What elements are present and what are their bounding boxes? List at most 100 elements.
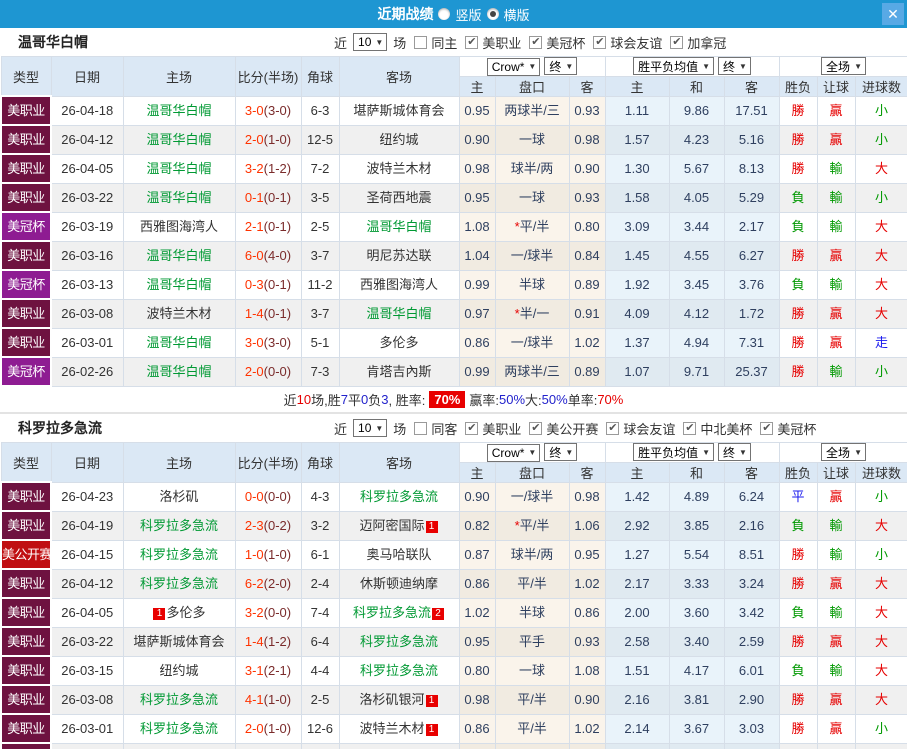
column-subheader: 客 — [723, 75, 780, 97]
league-label-3: 中北美杯 — [700, 421, 753, 437]
league-type-badge: 美冠杯 — [0, 269, 52, 300]
avg-draw-odds: 3.67 — [668, 713, 725, 744]
summary-segment: 0 — [361, 392, 369, 407]
odds-final-select[interactable]: 终 ▼ — [544, 443, 578, 461]
score-cell: 1-4(0-1) — [234, 298, 302, 329]
table-row: 美冠杯 26-02-26 温哥华白帽 2-0(0-0) 7-3 肯塔吉內斯 0.99 两球半/… — [0, 356, 907, 387]
avg-final-select[interactable]: 终 ▼ — [718, 57, 751, 76]
score-cell: 3-2(0-0) — [234, 597, 302, 628]
home-team-cell: 西雅图海湾人 — [122, 742, 236, 749]
horizontal-layout-radio[interactable] — [486, 8, 499, 20]
avg-away-odds: 3.03 — [723, 713, 780, 744]
same-venue-checkbox[interactable] — [414, 421, 428, 435]
table-row: 美职业 26-03-01 温哥华白帽 3-0(3-0) 5-1 多伦多 0.86 一/球半 1.… — [0, 327, 907, 358]
match-date: 26-03-08 — [50, 298, 124, 329]
home-team: 科罗拉多急流 — [139, 547, 218, 562]
chevron-down-icon: ▼ — [565, 447, 574, 457]
result-goals: 走 — [854, 327, 907, 358]
scope-select[interactable]: 全场 ▼ — [821, 443, 866, 462]
away-team-cell: 奥马哈联队 — [338, 539, 460, 570]
handicap-away-odds: 0.93 — [568, 182, 606, 213]
match-date: 26-04-19 — [50, 510, 124, 541]
home-team-cell: 科罗拉多急流 — [122, 568, 236, 599]
corners: 8-4 — [300, 742, 340, 749]
league-type-badge: 美职业 — [0, 153, 52, 184]
column-subheader: 客 — [568, 461, 606, 483]
away-team: 多伦多 — [379, 335, 419, 350]
score-cell: 3-0(3-0) — [234, 327, 302, 358]
titlebar-center: 近期战绩 竖版 横版 — [377, 4, 529, 24]
away-team: 奥马哈联队 — [366, 547, 432, 562]
avg-home-odds: 2.16 — [604, 684, 670, 715]
avg-away-odds: 5.16 — [723, 124, 780, 155]
corners: 3-5 — [300, 182, 340, 213]
away-team: 肯塔吉內斯 — [366, 364, 432, 379]
avg-home-odds: 2.00 — [604, 597, 670, 628]
odds-source-select[interactable]: Crow* ▼ — [486, 57, 541, 76]
league-checkbox-4[interactable]: ✔ — [760, 421, 774, 435]
handicap-home-odds: 0.90 — [458, 481, 496, 512]
league-checkbox-1[interactable]: ✔ — [529, 35, 543, 49]
home-team-cell: 科罗拉多急流 — [122, 713, 236, 744]
league-checkbox-3[interactable]: ✔ — [683, 421, 697, 435]
corners: 6-1 — [300, 539, 340, 570]
avg-away-odds: 2.17 — [723, 211, 780, 242]
table-row: 美职业 26-04-18 温哥华白帽 3-0(3-0) 6-3 堪萨斯城体育会 0.95 两球… — [0, 95, 907, 126]
handicap-away-odds: 0.80 — [568, 211, 606, 242]
match-date: 26-04-05 — [50, 597, 124, 628]
match-date: 26-04-12 — [50, 568, 124, 599]
recent-count-select[interactable]: 10 ▼ — [353, 419, 388, 437]
handicap-home-odds: 0.87 — [458, 539, 496, 570]
odds-source-select-value: Crow* — [491, 445, 525, 460]
handicap-home-odds: 1.04 — [458, 240, 496, 271]
avg-draw-odds: 4.17 — [668, 655, 725, 686]
league-checkbox-2[interactable]: ✔ — [606, 421, 620, 435]
result-outcome: 負 — [778, 597, 818, 628]
close-icon[interactable]: ✕ — [882, 3, 904, 25]
avg-final-select[interactable]: 终 ▼ — [718, 443, 751, 462]
home-team-cell: 洛杉矶 — [122, 481, 236, 512]
table-row: 美职业 26-03-22 堪萨斯城体育会 1-4(1-2) 6-4 科罗拉多急流 0.95 平… — [0, 626, 907, 657]
away-team: 温哥华白帽 — [366, 306, 432, 321]
scope-select[interactable]: 全场 ▼ — [821, 57, 866, 76]
league-type-badge: 美职业 — [0, 626, 52, 657]
match-date: 26-03-22 — [50, 182, 124, 213]
same-venue-checkbox[interactable] — [414, 35, 428, 49]
away-team: 波特兰木材 — [359, 721, 425, 736]
home-team: 洛杉矶 — [159, 489, 199, 504]
avg-away-odds: 3.42 — [723, 597, 780, 628]
league-type-badge: 美公开赛 — [0, 539, 52, 570]
avg-away-odds: 7.31 — [723, 327, 780, 358]
avg-type-select[interactable]: 胜平负均值 ▼ — [633, 443, 714, 462]
column-header: 日期 — [50, 442, 124, 483]
handicap-line-text: 平/半 — [517, 692, 547, 707]
handicap-away-odds: 1.06 — [568, 510, 606, 541]
recent-count-select[interactable]: 10 ▼ — [353, 33, 388, 51]
league-checkbox-0[interactable]: ✔ — [465, 421, 479, 435]
league-checkbox-3[interactable]: ✔ — [670, 35, 684, 49]
league-checkbox-0[interactable]: ✔ — [465, 35, 479, 49]
handicap-line: 半球 — [494, 597, 570, 628]
away-team: 明尼苏达联 — [366, 248, 432, 263]
score-cell: 1-0(1-0) — [234, 539, 302, 570]
odds-source-select[interactable]: Crow* ▼ — [486, 443, 541, 462]
avg-away-odds: 6.01 — [723, 655, 780, 686]
league-checkbox-1[interactable]: ✔ — [529, 421, 543, 435]
score-cell: 2-0(1-0) — [234, 124, 302, 155]
league-checkbox-2[interactable]: ✔ — [593, 35, 607, 49]
scope-select-cell: 全场 ▼ — [778, 56, 907, 77]
corners: 3-7 — [300, 240, 340, 271]
result-outcome: 負 — [778, 211, 818, 242]
section-vancouver-whitecaps: 温哥华白帽 近 10 ▼ 场同主 ✔ 美职业 ✔ 美冠杯 ✔ 球会友谊 ✔ 加拿冠 类型 日期 主场 比分(… — [0, 28, 907, 414]
handicap-home-odds: 1.08 — [458, 211, 496, 242]
vertical-layout-radio[interactable] — [438, 8, 451, 20]
odds-final-select[interactable]: 终 ▼ — [544, 57, 578, 75]
score-cell: 0-3(0-1) — [234, 269, 302, 300]
summary-segment: 单率: — [567, 393, 598, 408]
avg-type-select[interactable]: 胜平负均值 ▼ — [633, 57, 714, 76]
league-type-badge: 美冠杯 — [0, 356, 52, 387]
corners: 11-2 — [300, 269, 340, 300]
handicap-away-odds: 0.84 — [568, 240, 606, 271]
chevron-down-icon: ▼ — [739, 61, 747, 71]
result-outcome: 勝 — [778, 327, 818, 358]
